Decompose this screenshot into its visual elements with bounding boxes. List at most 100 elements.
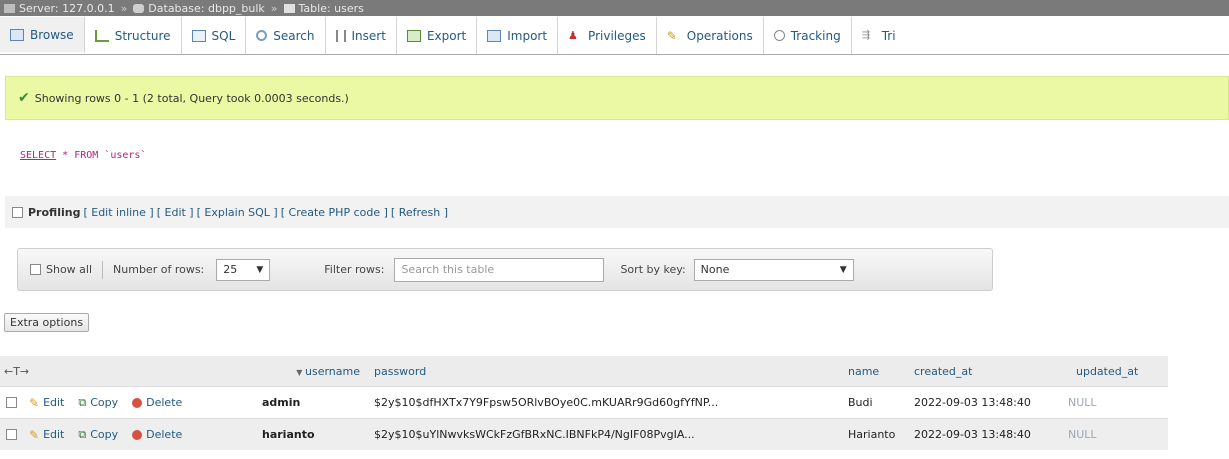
show-all-label: Show all <box>46 263 93 276</box>
tab-label: Insert <box>351 28 386 43</box>
tab-triggers[interactable]: ⇶ Tri <box>852 17 906 54</box>
cell-username[interactable]: harianto <box>262 428 368 441</box>
divider <box>102 260 104 279</box>
filter-label: Filter rows: <box>324 263 385 276</box>
delete-button[interactable]: Delete <box>132 396 182 409</box>
tab-label: Browse <box>30 27 74 42</box>
delete-icon <box>132 397 143 408</box>
operations-icon: ✎ <box>666 28 677 43</box>
filter-placeholder: Search this table <box>401 263 495 276</box>
tab-label: SQL <box>211 28 236 43</box>
import-icon <box>487 29 502 42</box>
create-php-code-link[interactable]: [ Create PHP code ] <box>281 206 388 219</box>
tab-label: Import <box>507 28 548 43</box>
tab-export[interactable]: Export <box>397 17 478 54</box>
column-header-created-at[interactable]: created_at <box>910 365 1066 378</box>
tab-bar: Browse Structure SQL Search Insert Expor… <box>0 17 1229 55</box>
table-icon <box>283 3 295 13</box>
column-header-name[interactable]: name <box>844 365 910 378</box>
server-icon <box>4 3 15 13</box>
rows-select-value: 25 <box>223 263 238 276</box>
breadcrumb-server[interactable]: Server: 127.0.0.1 <box>19 2 115 15</box>
table-row: ✎ Edit ⧉ Copy Delete admin $2y$10$dfHXTx7Y… <box>0 386 1168 418</box>
structure-icon <box>94 29 109 42</box>
sql-query: SELECT * FROM `users` <box>20 150 146 161</box>
column-controls[interactable]: ←T→ <box>0 365 262 378</box>
copy-button[interactable]: ⧉ Copy <box>78 396 118 410</box>
search-icon <box>256 30 268 41</box>
extra-options-button[interactable]: Extra options <box>4 313 90 332</box>
edit-button[interactable]: ✎ Edit <box>29 428 64 442</box>
breadcrumb-separator: » <box>120 1 128 15</box>
insert-icon <box>335 29 346 42</box>
tab-tracking[interactable]: Tracking <box>764 17 852 54</box>
chevron-down-icon: ▼ <box>839 264 847 275</box>
refresh-link[interactable]: [ Refresh ] <box>391 206 448 219</box>
copy-button[interactable]: ⧉ Copy <box>78 428 118 442</box>
database-icon <box>133 3 145 13</box>
column-header-username[interactable]: ▼ username <box>262 365 368 378</box>
show-all-checkbox[interactable] <box>30 264 41 275</box>
copy-icon: ⧉ <box>78 427 87 441</box>
explain-sql-link[interactable]: [ Explain SQL ] <box>197 206 278 219</box>
cell-updated-at[interactable]: NULL <box>1066 428 1168 441</box>
table-header: ←T→ ▼ username password name created_at … <box>0 356 1168 386</box>
tab-privileges[interactable]: ♟ Privileges <box>558 17 657 54</box>
tab-sql[interactable]: SQL <box>182 17 247 54</box>
cell-password[interactable]: $2y$10$dfHXTx7Y9Fpsw5ORlvBOye0C.mKUARr9G… <box>368 396 844 409</box>
row-actions: ✎ Edit ⧉ Copy Delete <box>0 428 262 442</box>
sort-select-value: None <box>700 263 730 276</box>
copy-icon: ⧉ <box>78 395 87 409</box>
rows-label: Number of rows: <box>113 263 205 276</box>
tracking-icon <box>773 30 785 41</box>
pencil-icon: ✎ <box>29 427 40 442</box>
sql-table-name: `users` <box>98 150 147 161</box>
tab-search[interactable]: Search <box>246 17 326 54</box>
tab-operations[interactable]: ✎ Operations <box>657 17 764 54</box>
filter-input[interactable]: Search this table <box>394 257 605 282</box>
edit-inline-link[interactable]: [ Edit inline ] <box>83 206 153 219</box>
check-icon: ✔ <box>18 90 30 106</box>
breadcrumb: Server: 127.0.0.1 » Database: dbpp_bulk … <box>0 0 1229 16</box>
sql-select-keyword[interactable]: SELECT <box>20 150 56 161</box>
cell-updated-at[interactable]: NULL <box>1066 396 1168 409</box>
edit-link[interactable]: [ Edit ] <box>157 206 194 219</box>
table-row: ✎ Edit ⧉ Copy Delete harianto $2y$10$uYlNw… <box>0 418 1168 450</box>
browse-icon <box>10 28 24 41</box>
breadcrumb-separator: » <box>270 1 278 15</box>
cell-password[interactable]: $2y$10$uYlNwvksWCkFzGfBRxNC.IBNFkP4/NgIF… <box>368 428 844 441</box>
sort-select[interactable]: None ▼ <box>693 258 854 281</box>
row-checkbox[interactable] <box>6 429 17 440</box>
sort-label: Sort by key: <box>620 263 686 276</box>
chevron-down-icon: ▼ <box>256 264 264 275</box>
column-header-updated-at[interactable]: updated_at <box>1066 365 1168 378</box>
tab-label: Operations <box>686 28 753 43</box>
tab-insert[interactable]: Insert <box>326 17 397 54</box>
cell-name[interactable]: Budi <box>844 396 910 409</box>
breadcrumb-table[interactable]: Table: users <box>299 2 364 15</box>
breadcrumb-database[interactable]: Database: dbpp_bulk <box>148 2 265 15</box>
cell-created-at[interactable]: 2022-09-03 13:48:40 <box>910 396 1066 409</box>
column-header-password[interactable]: password <box>368 365 844 378</box>
delete-button[interactable]: Delete <box>132 428 182 441</box>
success-message: ✔ Showing rows 0 - 1 (2 total, Query too… <box>5 76 1229 120</box>
cell-created-at[interactable]: 2022-09-03 13:48:40 <box>910 428 1066 441</box>
pencil-icon: ✎ <box>29 395 40 410</box>
sql-star: * <box>56 150 75 161</box>
sort-arrow-icon: ▼ <box>296 367 305 377</box>
row-actions: ✎ Edit ⧉ Copy Delete <box>0 396 262 410</box>
message-text: Showing rows 0 - 1 (2 total, Query took … <box>34 91 349 105</box>
tab-label: Tri <box>881 28 896 43</box>
cell-username[interactable]: admin <box>262 396 368 409</box>
tab-structure[interactable]: Structure <box>85 17 182 54</box>
profiling-checkbox[interactable] <box>12 206 23 218</box>
rows-select[interactable]: 25 ▼ <box>216 258 271 281</box>
edit-button[interactable]: ✎ Edit <box>29 396 64 410</box>
tab-label: Tracking <box>790 28 841 43</box>
sql-from-keyword[interactable]: FROM <box>74 150 98 161</box>
tab-browse[interactable]: Browse <box>0 17 85 54</box>
table-navigation: Show all Number of rows: 25 ▼ Filter row… <box>17 248 993 291</box>
cell-name[interactable]: Harianto <box>844 428 910 441</box>
tab-import[interactable]: Import <box>477 17 559 54</box>
row-checkbox[interactable] <box>6 397 17 408</box>
